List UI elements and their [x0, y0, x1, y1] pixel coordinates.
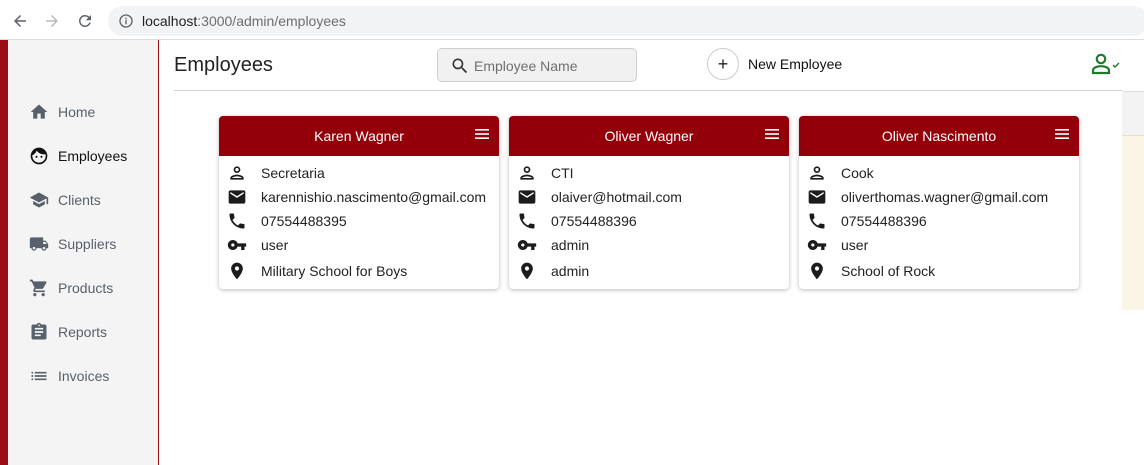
card-row-phone: 07554488396 [517, 211, 637, 231]
face-icon [28, 145, 50, 167]
employee-phone: 07554488396 [841, 213, 927, 229]
sidebar-accent-stripe [0, 40, 8, 465]
phone-icon [517, 211, 537, 231]
employee-name: Oliver Wagner [604, 128, 694, 144]
card-header: Oliver Wagner [509, 116, 789, 156]
key-icon [807, 235, 827, 255]
employee-email: oliverthomas.wagner@gmail.com [841, 189, 1049, 205]
employee-email: olaiver@hotmail.com [551, 189, 682, 205]
person-icon [807, 163, 827, 183]
card-header: Karen Wagner [219, 116, 499, 156]
info-icon[interactable] [118, 13, 134, 29]
phone-icon [807, 211, 827, 231]
clipboard-icon [28, 321, 50, 343]
card-row-email: olaiver@hotmail.com [517, 187, 682, 207]
employee-card: Karen Wagner Secretaria karennishio.nasc… [219, 116, 499, 289]
employee-name: Oliver Nascimento [881, 128, 997, 144]
page-title: Employees [174, 54, 273, 76]
new-employee-button[interactable]: + New Employee [707, 48, 842, 80]
sidebar-item-home[interactable]: Home [28, 100, 95, 124]
employee-name: Karen Wagner [314, 128, 404, 144]
employee-phone: 07554488396 [551, 213, 637, 229]
sidebar-item-label: Reports [58, 324, 108, 340]
sidebar-item-suppliers[interactable]: Suppliers [28, 232, 116, 256]
person-icon [227, 163, 247, 183]
sidebar-item-employees[interactable]: Employees [28, 144, 127, 168]
employee-role: CTI [551, 165, 574, 181]
sidebar-item-label: Clients [58, 192, 101, 208]
sidebar-item-reports[interactable]: Reports [28, 320, 107, 344]
card-row-access: user [227, 235, 288, 255]
phone-icon [227, 211, 247, 231]
employee-role: Cook [841, 165, 874, 181]
employee-location: School of Rock [841, 263, 936, 279]
mail-icon [227, 187, 247, 207]
employee-access: admin [551, 237, 590, 253]
url-path: :3000/admin/employees [197, 13, 346, 29]
card-header: Oliver Nascimento [799, 116, 1079, 156]
employee-phone: 07554488395 [261, 213, 347, 229]
person-icon [517, 163, 537, 183]
header-divider [174, 90, 1122, 91]
user-check-icon[interactable] [1090, 52, 1122, 76]
employee-access: user [841, 237, 869, 253]
menu-icon[interactable] [765, 128, 779, 140]
search-icon [452, 58, 468, 74]
address-bar[interactable]: localhost:3000/admin/employees [108, 6, 1144, 36]
card-row-phone: 07554488395 [227, 211, 347, 231]
employee-location: admin [551, 263, 590, 279]
employee-search[interactable] [437, 48, 637, 82]
card-row-access: user [807, 235, 868, 255]
back-icon[interactable] [9, 10, 31, 32]
sidebar-item-label: Employees [58, 148, 128, 164]
browser-toolbar: localhost:3000/admin/employees [0, 0, 1144, 40]
employee-email: karennishio.nascimento@gmail.com [261, 189, 487, 205]
sidebar-item-invoices[interactable]: Invoices [28, 364, 109, 388]
url-text: localhost:3000/admin/employees [142, 13, 346, 29]
school-icon [28, 189, 50, 211]
edge-panel [1122, 135, 1144, 310]
url-host: localhost [142, 13, 198, 29]
card-row-phone: 07554488396 [807, 211, 927, 231]
cart-icon [28, 277, 50, 299]
card-row-location: School of Rock [807, 261, 935, 281]
list-icon [28, 365, 50, 387]
location-icon [807, 261, 827, 281]
home-icon [28, 101, 50, 123]
card-row-role: Cook [807, 163, 874, 183]
edge-panel [1122, 91, 1144, 135]
forward-icon[interactable] [41, 10, 63, 32]
key-icon [227, 235, 247, 255]
card-row-location: Military School for Boys [227, 261, 407, 281]
key-icon [517, 235, 537, 255]
employee-location: Military School for Boys [261, 263, 408, 279]
sidebar-item-clients[interactable]: Clients [28, 188, 101, 212]
card-row-role: CTI [517, 163, 574, 183]
sidebar-item-label: Suppliers [58, 236, 117, 252]
menu-icon[interactable] [1055, 128, 1069, 140]
card-row-email: karennishio.nascimento@gmail.com [227, 187, 486, 207]
card-row-location: admin [517, 261, 589, 281]
card-row-role: Secretaria [227, 163, 325, 183]
sidebar-item-label: Invoices [58, 368, 110, 384]
reload-icon[interactable] [74, 10, 96, 32]
employee-card: Oliver Wagner CTI olaiver@hotmail.com 07… [509, 116, 789, 289]
sidebar-item-label: Home [58, 104, 96, 120]
employee-card: Oliver Nascimento Cook oliverthomas.wagn… [799, 116, 1079, 289]
employee-access: user [261, 237, 289, 253]
new-employee-label: New Employee [748, 56, 843, 72]
card-row-email: oliverthomas.wagner@gmail.com [807, 187, 1048, 207]
search-input[interactable] [474, 56, 624, 76]
sidebar-item-products[interactable]: Products [28, 276, 113, 300]
menu-icon[interactable] [475, 128, 489, 140]
mail-icon [517, 187, 537, 207]
card-row-access: admin [517, 235, 589, 255]
employee-role: Secretaria [261, 165, 325, 181]
sidebar-item-label: Products [58, 280, 114, 296]
add-icon[interactable]: + [707, 48, 739, 80]
location-icon [227, 261, 247, 281]
mail-icon [807, 187, 827, 207]
location-icon [517, 261, 537, 281]
truck-icon [28, 233, 50, 255]
